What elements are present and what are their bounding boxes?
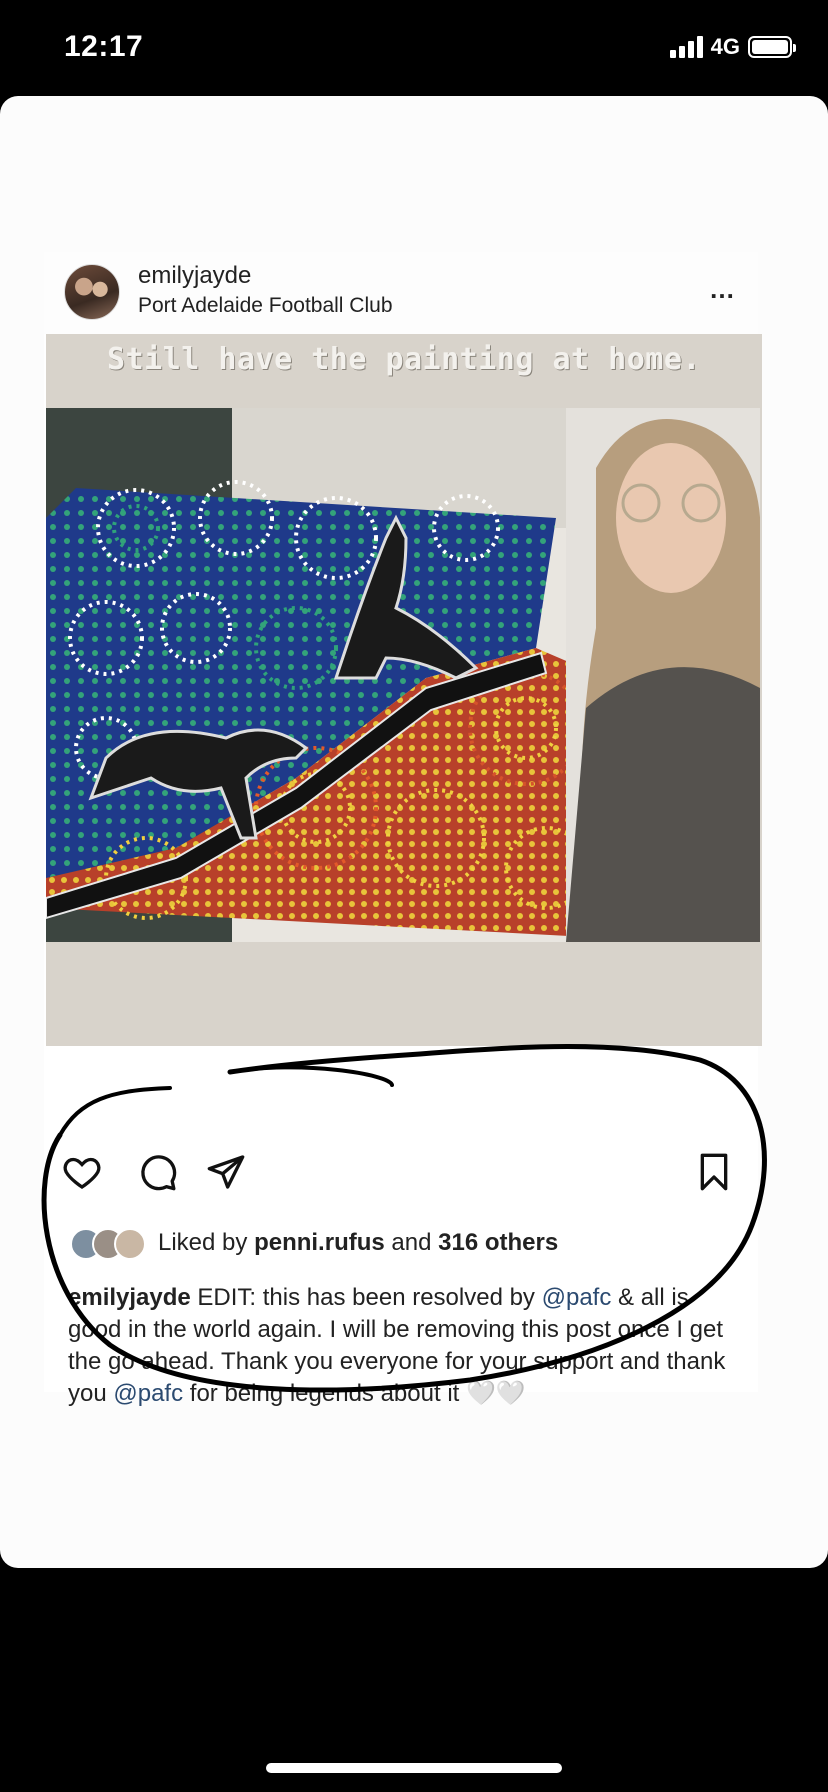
network-label: 4G — [710, 34, 740, 59]
home-indicator[interactable] — [266, 1763, 562, 1773]
post-actions — [44, 1152, 758, 1212]
liker-username[interactable]: penni.rufus — [254, 1229, 385, 1256]
post-username[interactable]: emilyjayde — [138, 262, 251, 290]
status-indicators: 4G — [669, 34, 796, 60]
avatar — [114, 1228, 146, 1260]
post-location[interactable]: Port Adelaide Football Club — [138, 294, 393, 318]
more-options-icon[interactable]: … — [709, 274, 736, 305]
photo — [46, 408, 760, 942]
person-photo — [566, 408, 760, 942]
heart-icon[interactable] — [62, 1152, 102, 1192]
status-bar: 12:17 4G — [0, 0, 828, 96]
caption-text: EDIT: this has been resolved by — [197, 1284, 535, 1311]
mention-link[interactable]: @pafc — [113, 1380, 183, 1407]
liker-avatars — [70, 1228, 146, 1260]
likes-prefix: Liked by — [158, 1229, 248, 1256]
image-caption-text: Still have the painting at home. — [107, 342, 701, 377]
battery-icon — [748, 36, 796, 58]
aboriginal-dot-painting — [46, 480, 606, 938]
instagram-post: emilyjayde Port Adelaide Football Club …… — [44, 252, 762, 1407]
white-heart-emoji: 🤍🤍 — [465, 1380, 526, 1407]
likes-text: Liked by penni.rufus and 316 others — [158, 1229, 558, 1257]
share-icon[interactable] — [206, 1152, 246, 1192]
story-card: emilyjayde Port Adelaide Football Club …… — [0, 96, 828, 1568]
bookmark-icon[interactable] — [694, 1152, 734, 1192]
caption-username[interactable]: emilyjayde — [68, 1284, 191, 1311]
post-header: emilyjayde Port Adelaide Football Club … — [44, 252, 758, 334]
caption-text: for being legends about it — [189, 1380, 460, 1407]
mention-link[interactable]: @pafc — [542, 1284, 612, 1311]
signal-icon — [669, 36, 703, 58]
likes-row[interactable]: Liked by penni.rufus and 316 others — [70, 1228, 558, 1260]
comment-icon[interactable] — [138, 1152, 178, 1192]
likes-conjunction: and — [391, 1229, 432, 1256]
status-time: 12:17 — [64, 30, 144, 63]
likes-count[interactable]: 316 others — [438, 1229, 558, 1256]
post-image[interactable]: Still have the painting at home. — [46, 334, 762, 1046]
avatar[interactable] — [64, 264, 120, 320]
post-caption: emilyjayde EDIT: this has been resolved … — [68, 1282, 728, 1410]
